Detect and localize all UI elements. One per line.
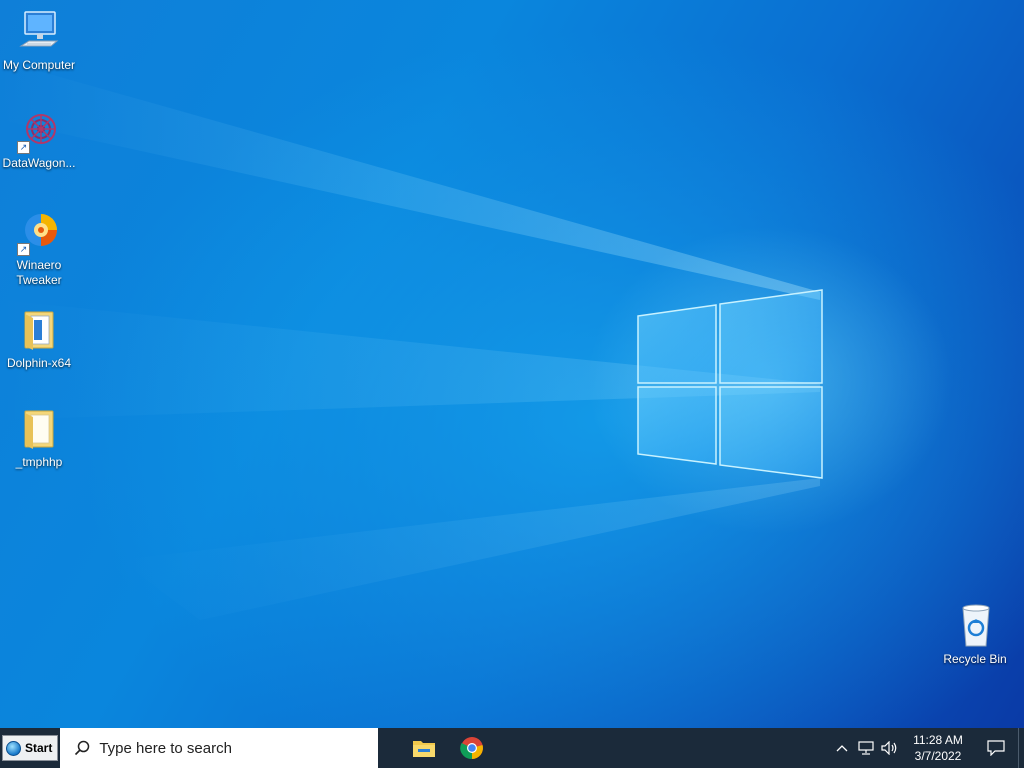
desktop[interactable]: My Computer ↗ DataWagon... ↗ Winaero Twe… xyxy=(0,0,1024,728)
search-box[interactable]: Type here to search xyxy=(60,728,379,768)
desktop-icon-label: Dolphin-x64 xyxy=(6,356,72,370)
taskbar: Start Type here to search 11:28 AM 3/7/2… xyxy=(0,728,1024,768)
chrome-icon xyxy=(460,737,484,760)
clock-date: 3/7/2022 xyxy=(914,749,962,763)
volume-icon[interactable] xyxy=(878,728,902,768)
winaero-icon: ↗ xyxy=(15,208,63,256)
desktop-icon-label: Recycle Bin xyxy=(943,652,1007,666)
computer-icon xyxy=(15,8,63,56)
wallpaper-light-beams xyxy=(0,60,820,620)
show-desktop-button[interactable] xyxy=(1018,728,1024,768)
desktop-icon-dolphin-x64[interactable]: Dolphin-x64 xyxy=(0,306,78,371)
folder-icon xyxy=(15,405,63,453)
desktop-icon-label: My Computer xyxy=(2,58,76,72)
desktop-icon-winaero-tweaker[interactable]: ↗ Winaero Tweaker xyxy=(0,208,78,288)
desktop-icon-label: DataWagon... xyxy=(2,156,76,170)
search-icon xyxy=(75,740,90,756)
desktop-icon-datawagon[interactable]: ↗ DataWagon... xyxy=(0,106,78,171)
clock[interactable]: 11:28 AM 3/7/2022 xyxy=(902,732,974,764)
chevron-up-icon[interactable] xyxy=(830,728,854,768)
recycle-bin-icon xyxy=(951,602,999,650)
desktop-icon-tmphhp[interactable]: _tmphhp xyxy=(0,405,78,470)
desktop-icon-label: Winaero Tweaker xyxy=(16,258,62,287)
taskbar-app-chrome[interactable] xyxy=(448,728,496,768)
start-orb-icon xyxy=(6,740,21,756)
start-button[interactable]: Start xyxy=(2,735,59,761)
folder-icon xyxy=(413,741,436,757)
notification-center-button[interactable] xyxy=(974,728,1018,768)
folder-icon xyxy=(15,306,63,354)
shortcut-arrow-icon: ↗ xyxy=(17,243,30,256)
start-button-label: Start xyxy=(25,741,53,755)
windows-logo xyxy=(637,289,823,479)
network-icon[interactable] xyxy=(854,728,878,768)
search-placeholder: Type here to search xyxy=(99,739,232,757)
desktop-icon-my-computer[interactable]: My Computer xyxy=(0,8,78,73)
taskbar-app-file-explorer[interactable] xyxy=(400,728,448,768)
datawagon-icon: ↗ xyxy=(15,106,63,154)
desktop-icon-label: _tmphhp xyxy=(15,455,63,469)
clock-time: 11:28 AM xyxy=(913,733,963,747)
system-tray: 11:28 AM 3/7/2022 xyxy=(830,728,1024,768)
notification-icon xyxy=(987,740,1005,756)
desktop-icon-recycle-bin[interactable]: Recycle Bin xyxy=(936,602,1014,667)
shortcut-arrow-icon: ↗ xyxy=(17,141,30,154)
